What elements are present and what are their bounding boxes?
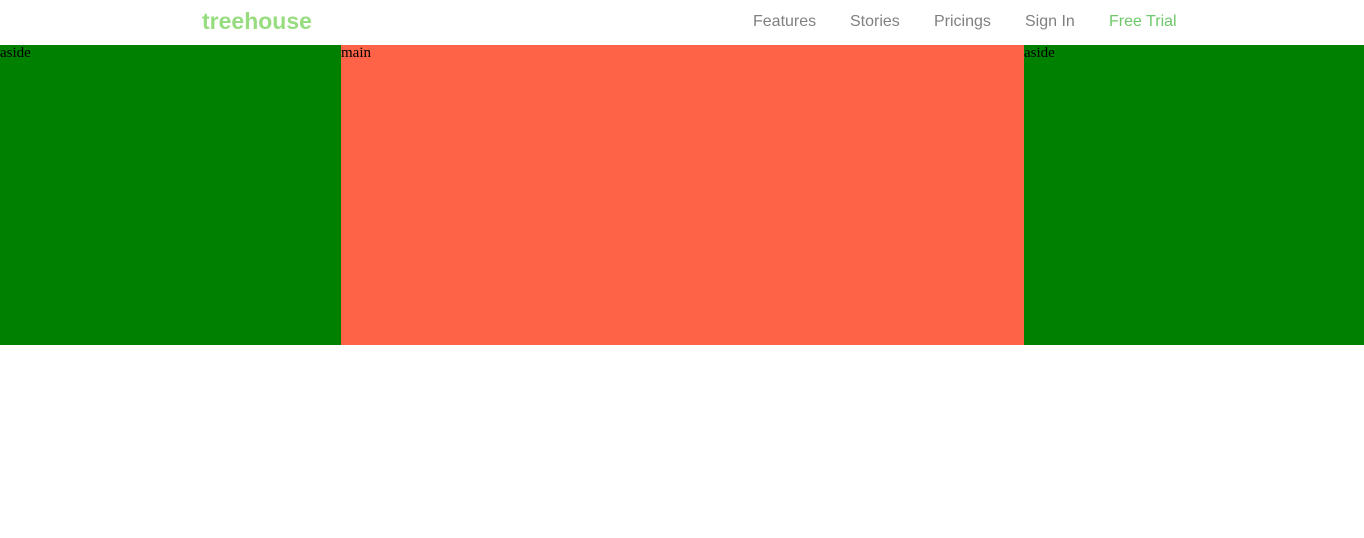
nav-link-free-trial[interactable]: Free Trial [1109, 12, 1177, 32]
nav-link-pricings[interactable]: Pricings [934, 12, 991, 32]
left-aside: aside [0, 45, 341, 345]
nav-link-stories[interactable]: Stories [850, 12, 900, 32]
main-content: main [341, 45, 1024, 345]
nav-link-features[interactable]: Features [753, 12, 816, 32]
nav-link-sign-in[interactable]: Sign In [1025, 12, 1075, 32]
right-aside: aside [1024, 45, 1364, 345]
site-header: treehouse Features Stories Pricings Sign… [0, 0, 1364, 45]
logo-link[interactable]: treehouse [202, 8, 312, 34]
content-row: aside main aside [0, 45, 1364, 345]
